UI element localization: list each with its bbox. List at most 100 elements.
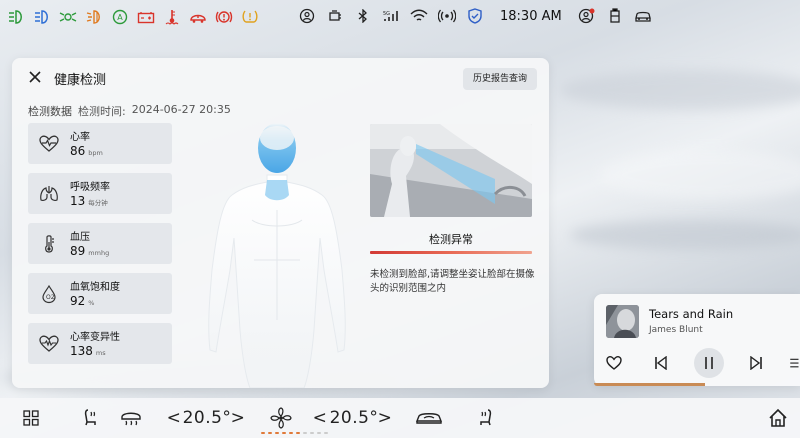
playback-controls <box>594 346 800 380</box>
metric-unit: % <box>88 299 95 307</box>
fan-speed-segment <box>268 432 272 434</box>
svg-text:O2: O2 <box>46 294 55 301</box>
status-bar: A 5G 18:30 AM <box>0 0 800 34</box>
left-temp-decrease[interactable]: < <box>166 405 182 431</box>
artist-name: James Blunt <box>649 325 703 335</box>
detection-info: 检测数据 检测时间: 2024-06-27 20:35 <box>28 103 231 119</box>
metric-label: 血压 <box>70 232 90 243</box>
app-grid-icon[interactable] <box>20 405 42 431</box>
fan-speed-segment <box>310 432 314 434</box>
warning-indicators: A <box>0 8 260 26</box>
history-report-button[interactable]: 历史报告查询 <box>462 68 537 90</box>
driver-monitor-icon <box>298 5 316 27</box>
hotspot-icon <box>438 5 456 27</box>
signal-icon: 5G <box>382 5 400 27</box>
heart-rate-icon <box>39 134 59 154</box>
previous-track-icon[interactable] <box>649 351 673 375</box>
fan-speed-segment <box>282 432 286 434</box>
user-account-icon[interactable] <box>578 5 596 27</box>
right-temp-decrease[interactable]: < <box>312 405 328 431</box>
car-icon[interactable] <box>634 5 652 27</box>
headlight-icon <box>6 8 26 26</box>
music-player-card: Tears and Rain James Blunt <box>594 294 800 386</box>
health-check-panel: 健康检测 历史报告查询 检测数据 检测时间: 2024-06-27 20:35 … <box>12 58 549 388</box>
defrost-icon[interactable] <box>118 405 144 431</box>
pause-button[interactable] <box>694 348 724 378</box>
fan-speed-segment <box>296 432 300 434</box>
metric-value-row: 92% <box>70 294 94 308</box>
bottom-dock: < 20.5° > < 20.5° > <box>0 398 800 438</box>
svg-text:5G: 5G <box>383 11 390 17</box>
time-value: 2024-06-27 20:35 <box>131 103 231 116</box>
seat-heating-icon[interactable] <box>78 405 102 431</box>
left-temp-increase[interactable]: > <box>230 405 246 431</box>
body-figure-illustration <box>208 123 346 388</box>
fan-speed-segment <box>275 432 279 434</box>
metric-value: 92 <box>70 294 86 308</box>
bluetooth-icon <box>354 5 372 27</box>
metric-label: 心率变异性 <box>70 332 120 343</box>
metrics-list: 心率 86 bpm 呼吸频率 13 每分钟 血压 89 mmhg O2 血氧饱和度 9… <box>28 123 172 364</box>
metric-value-row: 89 mmhg <box>70 244 109 258</box>
favorite-heart-icon[interactable] <box>602 351 626 375</box>
fan-speed-segment <box>324 432 328 434</box>
car-air-circulation-icon[interactable] <box>414 405 444 431</box>
metric-heart-rate[interactable]: 心率 86 bpm <box>28 123 172 164</box>
thermometer-icon <box>39 234 59 254</box>
camera-view-image <box>370 124 532 217</box>
high-beam-icon <box>32 8 52 26</box>
detection-message: 未检测到脸部,请调整坐姿让脸部在摄像头的识别范围之内 <box>370 269 535 294</box>
album-art[interactable] <box>606 305 639 338</box>
next-track-icon[interactable] <box>744 351 768 375</box>
metric-value-row: 13 每分钟 <box>70 194 108 208</box>
metric-blood-oxygen[interactable]: O2 血氧饱和度 92% <box>28 273 172 314</box>
engine-temp-icon <box>162 8 182 26</box>
wifi-icon <box>410 5 428 27</box>
auto-hold-icon: A <box>110 8 130 26</box>
tire-pressure-icon <box>240 8 260 26</box>
metric-unit: bpm <box>88 149 103 157</box>
panel-title: 健康检测 <box>54 73 107 88</box>
metric-blood-pressure[interactable]: 血压 89 mmhg <box>28 223 172 264</box>
metric-respiration[interactable]: 呼吸频率 13 每分钟 <box>28 173 172 214</box>
door-icon[interactable] <box>606 5 624 27</box>
fan-icon[interactable] <box>268 405 294 431</box>
metric-value: 86 <box>70 144 86 158</box>
fog-light-icon <box>84 8 104 26</box>
system-status: 5G 18:30 AM <box>298 5 652 27</box>
heart-variability-icon <box>39 334 59 354</box>
metric-value-row: 138 ms <box>70 344 106 358</box>
metric-hrv[interactable]: 心率变异性 138 ms <box>28 323 172 364</box>
side-light-icon <box>58 8 78 26</box>
metric-value: 89 <box>70 244 86 258</box>
right-temp-increase[interactable]: > <box>377 405 393 431</box>
left-temperature: 20.5° <box>182 408 232 428</box>
security-shield-icon <box>466 5 484 27</box>
passenger-seat-heating-icon[interactable] <box>474 405 498 431</box>
oxygen-drop-icon: O2 <box>39 284 59 304</box>
metric-label: 血氧饱和度 <box>70 282 120 293</box>
fan-speed-segment <box>303 432 307 434</box>
fan-speed-segment <box>261 432 265 434</box>
metric-unit: mmhg <box>88 249 110 257</box>
metric-unit: 每分钟 <box>88 199 108 207</box>
metric-label: 呼吸频率 <box>70 182 110 193</box>
fan-speed-segment <box>317 432 321 434</box>
battery-icon <box>136 8 156 26</box>
time-label: 检测时间: <box>78 105 126 118</box>
fan-speed-indicator <box>261 432 328 434</box>
playback-progress[interactable] <box>594 383 706 386</box>
song-title: Tears and Rain <box>649 307 734 321</box>
detection-status-title: 检测异常 <box>429 233 473 246</box>
home-icon[interactable] <box>766 405 790 431</box>
fan-speed-segment <box>289 432 293 434</box>
seatbelt-icon <box>326 5 344 27</box>
detection-alert-bar <box>370 251 532 254</box>
svg-text:A: A <box>117 13 123 22</box>
vehicle-fault-icon <box>188 8 208 26</box>
clock: 18:30 AM <box>500 8 562 24</box>
metric-value: 13 <box>70 194 86 208</box>
data-label: 检测数据 <box>28 105 72 118</box>
close-icon[interactable] <box>26 68 44 86</box>
playlist-icon[interactable] <box>788 351 800 375</box>
